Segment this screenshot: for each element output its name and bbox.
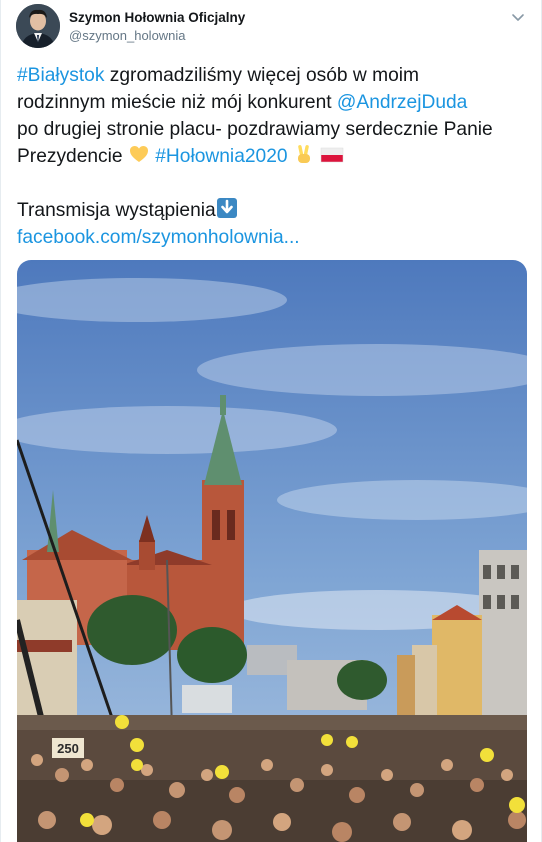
victory-hand-icon	[293, 143, 315, 165]
tweet-photo[interactable]: 250	[17, 260, 527, 842]
avatar[interactable]	[16, 4, 60, 48]
tweet-line: #Białystok zgromadziliśmy więcej osób w …	[17, 62, 532, 89]
author-handle[interactable]: @szymon_holownia	[69, 27, 245, 44]
tweet-line: rodzinnym mieście niż mój konkurent @And…	[17, 89, 532, 116]
tweet-text-segment: Transmisja wystąpienia	[17, 200, 216, 221]
poland-flag-icon	[320, 143, 344, 165]
hashtag-bialystok[interactable]: #Białystok	[17, 65, 104, 86]
mention-andrzejduda[interactable]: @AndrzejDuda	[337, 92, 467, 113]
tweet-line: facebook.com/szymonholownia...	[17, 224, 532, 251]
external-link[interactable]: facebook.com/szymonholownia...	[17, 227, 300, 248]
tweet-card: Szymon Hołownia Oficjalny @szymon_holown…	[0, 0, 542, 842]
tweet-line: Transmisja wystąpienia	[17, 197, 532, 224]
tweet-line: Prezydencie #Hołownia2020	[17, 143, 532, 170]
tweet-text-segment: zgromadziliśmy więcej osób w moim	[104, 65, 419, 86]
tweet-text-segment: rodzinnym mieście niż mój konkurent	[17, 92, 337, 113]
down-arrow-icon	[216, 197, 238, 219]
tweet-text-segment: po drugiej stronie placu- pozdrawiamy se…	[17, 119, 493, 140]
chevron-down-icon[interactable]	[509, 8, 527, 26]
yellow-heart-icon	[128, 143, 150, 165]
hashtag-holownia2020[interactable]: #Hołownia2020	[155, 146, 287, 167]
crowd-sign-text: 250	[57, 741, 79, 756]
tweet-line: po drugiej stronie placu- pozdrawiamy se…	[17, 116, 532, 143]
author-display-name[interactable]: Szymon Hołownia Oficjalny	[69, 9, 245, 26]
tweet-text-segment: Prezydencie	[17, 146, 128, 167]
tweet-text: #Białystok zgromadziliśmy więcej osób w …	[17, 62, 532, 251]
author-names: Szymon Hołownia Oficjalny @szymon_holown…	[69, 9, 245, 44]
